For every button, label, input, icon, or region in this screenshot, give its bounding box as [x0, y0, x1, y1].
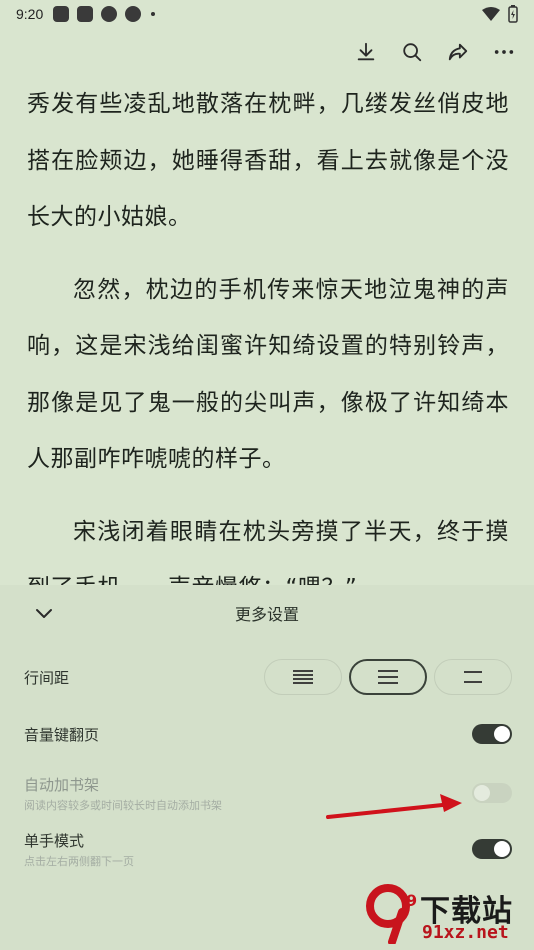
loose-lines-icon [464, 671, 482, 683]
notification-app-icon [53, 6, 70, 22]
reader-toolbar [354, 36, 516, 68]
share-button[interactable] [446, 40, 470, 64]
watermark-url: 91xz.net [422, 922, 509, 943]
svg-text:9: 9 [406, 891, 417, 910]
notification-app-icon [125, 6, 142, 22]
line-spacing-normal-button[interactable] [349, 659, 427, 695]
panel-header: 更多设置 [0, 585, 534, 641]
one-hand-mode-row: 单手模式 点击左右两侧翻下一页 [24, 830, 512, 869]
line-spacing-label: 行间距 [24, 668, 70, 687]
search-icon [403, 43, 422, 62]
more-button[interactable] [492, 40, 516, 64]
one-hand-mode-text: 单手模式 点击左右两侧翻下一页 [24, 830, 134, 869]
auto-shelf-toggle[interactable] [472, 783, 512, 803]
volume-key-page-toggle[interactable] [472, 724, 512, 744]
logo-icon: 9 [366, 884, 417, 944]
chevron-down-icon [36, 609, 52, 618]
volume-key-page-label: 音量键翻页 [24, 725, 100, 744]
toggle-knob [494, 726, 510, 742]
line-spacing-options [264, 659, 512, 695]
site-watermark: 9 下载站 91xz.net [362, 884, 530, 946]
panel-title: 更多设置 [234, 605, 299, 624]
auto-shelf-text: 自动加书架 阅读内容较多或时间较长时自动添加书架 [24, 774, 222, 813]
toggle-knob [474, 785, 490, 801]
line-spacing-row: 行间距 [24, 658, 512, 696]
line-spacing-compact-button[interactable] [264, 659, 342, 695]
compact-lines-icon [293, 670, 313, 684]
battery-icon [508, 5, 518, 23]
auto-shelf-description: 阅读内容较多或时间较长时自动添加书架 [24, 798, 222, 812]
collapse-button[interactable] [32, 601, 56, 625]
paragraph: 秀发有些凌乱地散落在枕畔，几缕发丝俏皮地搭在脸颊边，她睡得香甜，看上去就像是个没… [27, 91, 509, 230]
notification-app-icon [101, 6, 118, 22]
one-hand-mode-toggle[interactable] [472, 839, 512, 859]
wifi-icon [482, 7, 500, 21]
share-icon [448, 43, 468, 61]
normal-lines-icon [378, 670, 398, 684]
search-button[interactable] [400, 40, 424, 64]
download-icon [357, 42, 375, 61]
more-icon [494, 50, 514, 54]
one-hand-mode-description: 点击左右两侧翻下一页 [24, 854, 134, 868]
notification-app-icon [77, 6, 94, 22]
volume-key-page-row: 音量键翻页 [24, 721, 512, 747]
download-button[interactable] [354, 40, 378, 64]
toggle-knob [494, 841, 510, 857]
paragraph: 宋浅闭着眼睛在枕头旁摸了半天，终于摸到了手机，一声音慢悠：“喂？” [27, 518, 509, 587]
paragraph: 忽然，枕边的手机传来惊天地泣鬼神的声响，这是宋浅给闺蜜许知绮设置的特别铃声，那像… [27, 276, 509, 473]
status-time: 9:20 [16, 6, 44, 22]
line-spacing-loose-button[interactable] [434, 659, 512, 695]
auto-shelf-label: 自动加书架 [24, 775, 100, 794]
one-hand-mode-label: 单手模式 [24, 831, 85, 850]
reader-content[interactable]: 秀发有些凌乱地散落在枕畔，几缕发丝俏皮地搭在脸颊边，她睡得香甜，看上去就像是个没… [27, 76, 509, 586]
auto-shelf-row: 自动加书架 阅读内容较多或时间较长时自动添加书架 [24, 774, 512, 813]
more-notifications-dot [151, 12, 156, 16]
status-bar: 9:20 [0, 0, 534, 28]
